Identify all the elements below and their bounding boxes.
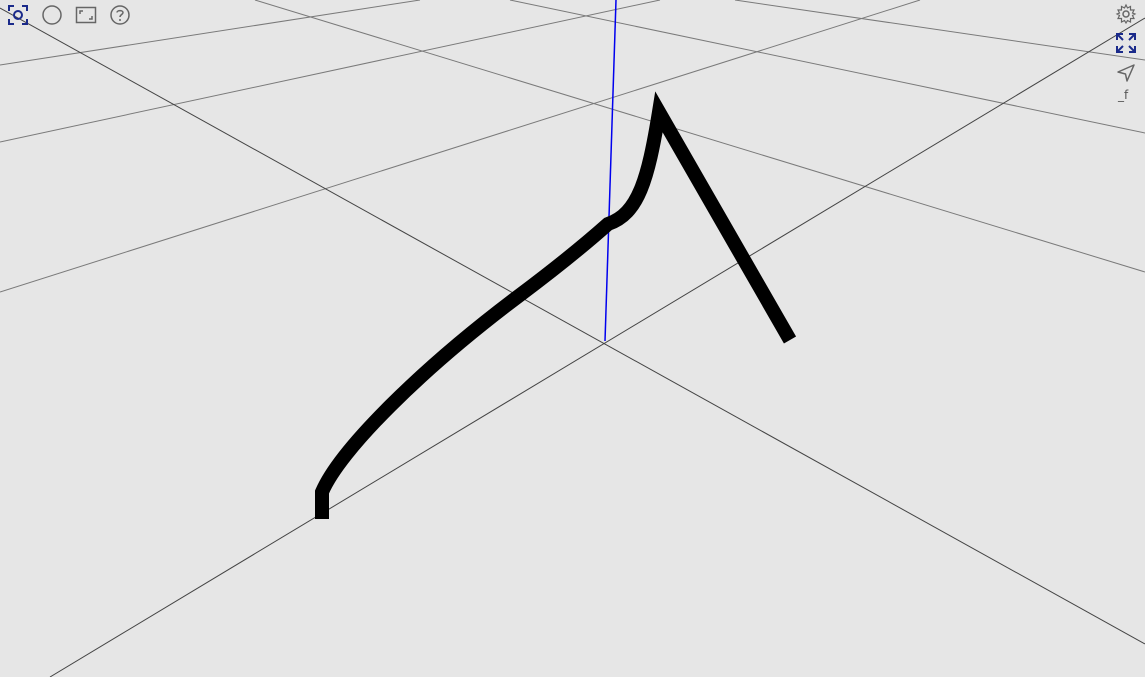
function-curve	[315, 91, 797, 519]
frame-view-button[interactable]	[74, 3, 98, 27]
navigate-icon	[1117, 64, 1135, 82]
settings-button[interactable]	[1114, 2, 1138, 26]
fullscreen-icon	[1116, 33, 1136, 53]
curve-path	[315, 91, 797, 519]
fullscreen-button[interactable]	[1114, 31, 1138, 55]
reset-view-icon	[8, 5, 28, 25]
grid-line	[509, 0, 1145, 134]
3d-scene[interactable]	[0, 0, 1145, 677]
help-button[interactable]	[108, 3, 132, 27]
navigate-button[interactable]	[1114, 61, 1138, 85]
grid-line	[734, 0, 1145, 61]
function-label: _f	[1118, 88, 1129, 102]
view-sphere-button[interactable]	[40, 3, 64, 27]
frame-icon	[75, 6, 97, 24]
gear-icon	[1115, 3, 1137, 25]
grid-line	[0, 0, 661, 143]
reset-view-button[interactable]	[6, 3, 30, 27]
3d-graphics-view[interactable]: _f	[0, 0, 1145, 677]
circle-icon	[42, 5, 62, 25]
y-axis	[49, 17, 1145, 677]
z-axis	[604, 0, 617, 342]
axes	[0, 0, 1145, 677]
help-icon	[110, 5, 130, 25]
x-axis	[0, 7, 1145, 645]
